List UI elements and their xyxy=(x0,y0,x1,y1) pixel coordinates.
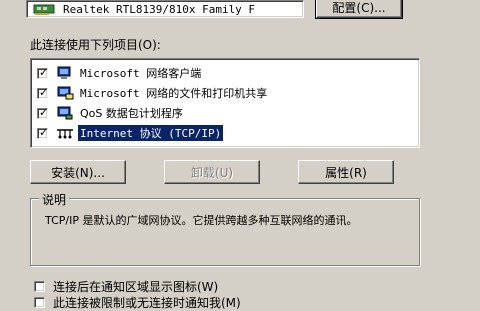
list-item[interactable]: ✓ Internet 协议 (TCP/IP) xyxy=(37,123,419,143)
install-button-label: 安装(N)... xyxy=(51,165,105,180)
component-checkbox[interactable]: ✓ xyxy=(37,86,48,99)
notify-limited-checkbox[interactable] xyxy=(34,297,45,308)
properties-button[interactable]: 属性(R) xyxy=(298,160,394,184)
file-share-icon xyxy=(57,86,74,100)
list-item[interactable]: ✓ QoS 数据包计划程序 xyxy=(37,103,419,123)
components-label: 此连接使用下列项目(O): xyxy=(30,38,161,52)
component-checkbox[interactable]: ✓ xyxy=(37,66,48,79)
adapter-field: Realtek RTL8139/810x Family F xyxy=(26,0,304,18)
notify-limited-label: 此连接被限制或无连接时通知我(M) xyxy=(53,296,241,310)
properties-button-label: 属性(R) xyxy=(325,165,367,180)
adapter-name: Realtek RTL8139/810x Family F xyxy=(63,2,256,16)
network-adapter-icon xyxy=(33,4,55,15)
notify-limited-option[interactable]: 此连接被限制或无连接时通知我(M) xyxy=(34,294,241,311)
protocol-icon xyxy=(57,129,73,139)
component-checkbox[interactable]: ✓ xyxy=(37,126,48,139)
component-label: Internet 协议 (TCP/IP) xyxy=(76,124,225,142)
component-label: Microsoft 网络客户端 xyxy=(80,67,202,80)
install-button[interactable]: 安装(N)... xyxy=(30,160,126,184)
qos-icon xyxy=(57,106,73,120)
show-icon-option[interactable]: 连接后在通知区域显示图标(W) xyxy=(34,278,218,295)
description-text: TCP/IP 是默认的广域网协议。它提供跨越多种互联网络的通讯。 xyxy=(45,214,358,227)
components-list[interactable]: ✓ Microsoft 网络客户端 ✓ Microsoft 网络的文件和打印机共… xyxy=(30,58,420,148)
uninstall-button-label: 卸载(U) xyxy=(190,165,234,180)
list-item[interactable]: ✓ Microsoft 网络的文件和打印机共享 xyxy=(37,83,419,103)
list-item[interactable]: ✓ Microsoft 网络客户端 xyxy=(37,63,419,83)
component-label: QoS 数据包计划程序 xyxy=(80,107,183,120)
description-title: 说明 xyxy=(39,191,70,208)
network-client-icon xyxy=(57,66,71,79)
component-label: Microsoft 网络的文件和打印机共享 xyxy=(80,87,268,100)
uninstall-button[interactable]: 卸载(U) xyxy=(164,160,260,184)
show-icon-checkbox[interactable] xyxy=(34,281,45,292)
configure-button[interactable]: 配置(C)... xyxy=(315,0,403,19)
configure-button-label: 配置(C)... xyxy=(332,0,386,15)
component-checkbox[interactable]: ✓ xyxy=(37,106,48,119)
show-icon-label: 连接后在通知区域显示图标(W) xyxy=(53,280,219,294)
description-group: 说明 TCP/IP 是默认的广域网协议。它提供跨越多种互联网络的通讯。 xyxy=(30,191,420,266)
